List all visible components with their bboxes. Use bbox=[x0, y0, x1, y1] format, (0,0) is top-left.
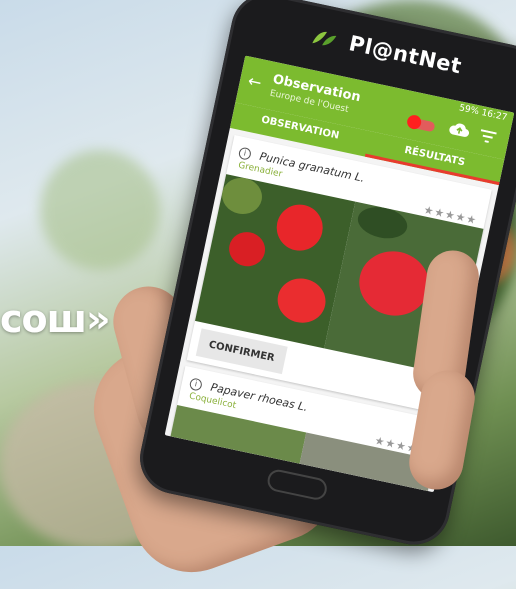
flower-shape bbox=[354, 202, 410, 243]
info-icon[interactable]: i bbox=[188, 376, 204, 392]
flower-shape bbox=[218, 174, 266, 218]
background-foliage bbox=[40, 150, 160, 270]
clock: 16:27 bbox=[480, 108, 509, 124]
back-arrow-icon[interactable]: ← bbox=[246, 71, 263, 92]
overlay-caption: сош» bbox=[0, 297, 111, 341]
filter-icon[interactable] bbox=[479, 129, 497, 144]
cloud-upload-icon[interactable] bbox=[447, 120, 472, 140]
logo-leaf-icon bbox=[312, 31, 337, 46]
flower-shape bbox=[272, 200, 327, 255]
info-icon[interactable]: i bbox=[237, 145, 253, 161]
battery-level: 59% bbox=[458, 103, 480, 118]
flower-shape bbox=[225, 228, 269, 270]
brand-name: Pl@ntNet bbox=[346, 31, 464, 79]
status-bar: 59% 16:27 bbox=[458, 103, 508, 123]
flower-shape bbox=[273, 274, 330, 328]
home-button[interactable] bbox=[265, 467, 329, 502]
flower-shape bbox=[190, 460, 226, 493]
